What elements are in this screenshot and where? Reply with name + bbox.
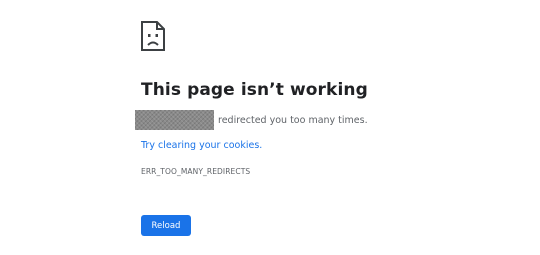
page-title: This page isn’t working	[141, 80, 368, 100]
error-message-text: redirected you too many times.	[218, 114, 368, 126]
error-message: redirected you too many times.	[135, 110, 368, 130]
reload-button[interactable]: Reload	[141, 215, 191, 236]
redacted-hostname	[135, 110, 214, 130]
error-page: This page isn’t working redirected you t…	[0, 0, 540, 255]
error-code: ERR_TOO_MANY_REDIRECTS	[141, 167, 251, 176]
clear-cookies-link[interactable]: Try clearing your cookies.	[141, 140, 262, 151]
sad-document-icon	[140, 20, 166, 52]
